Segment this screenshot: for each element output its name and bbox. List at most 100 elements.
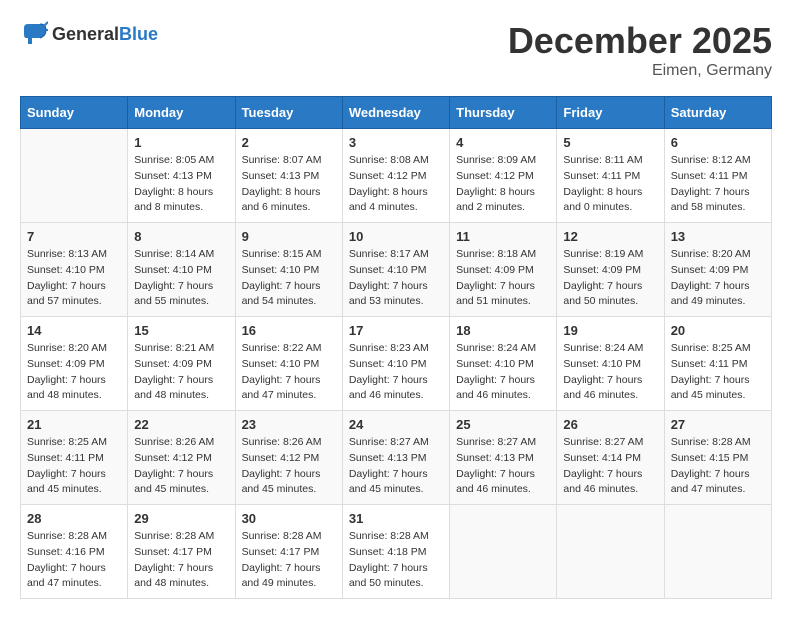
col-friday: Friday <box>557 97 664 129</box>
day-number: 27 <box>671 417 765 432</box>
day-number: 6 <box>671 135 765 150</box>
table-row: 14 Sunrise: 8:20 AM Sunset: 4:09 PM Dayl… <box>21 317 128 411</box>
day-number: 29 <box>134 511 228 526</box>
daylight-text: Daylight: 7 hours and 45 minutes. <box>349 468 428 496</box>
table-row: 12 Sunrise: 8:19 AM Sunset: 4:09 PM Dayl… <box>557 223 664 317</box>
sunrise-text: Sunrise: 8:26 AM <box>134 436 214 448</box>
table-row: 2 Sunrise: 8:07 AM Sunset: 4:13 PM Dayli… <box>235 129 342 223</box>
logo-icon <box>20 20 48 48</box>
day-info: Sunrise: 8:20 AM Sunset: 4:09 PM Dayligh… <box>27 341 121 404</box>
table-row <box>664 505 771 599</box>
sunrise-text: Sunrise: 8:28 AM <box>27 530 107 542</box>
daylight-text: Daylight: 7 hours and 45 minutes. <box>27 468 106 496</box>
sunset-text: Sunset: 4:09 PM <box>456 264 534 276</box>
sunset-text: Sunset: 4:10 PM <box>242 358 320 370</box>
table-row: 6 Sunrise: 8:12 AM Sunset: 4:11 PM Dayli… <box>664 129 771 223</box>
table-row: 30 Sunrise: 8:28 AM Sunset: 4:17 PM Dayl… <box>235 505 342 599</box>
daylight-text: Daylight: 7 hours and 46 minutes. <box>563 468 642 496</box>
daylight-text: Daylight: 7 hours and 53 minutes. <box>349 280 428 308</box>
daylight-text: Daylight: 7 hours and 45 minutes. <box>134 468 213 496</box>
daylight-text: Daylight: 7 hours and 57 minutes. <box>27 280 106 308</box>
table-row: 5 Sunrise: 8:11 AM Sunset: 4:11 PM Dayli… <box>557 129 664 223</box>
day-number: 28 <box>27 511 121 526</box>
sunrise-text: Sunrise: 8:28 AM <box>349 530 429 542</box>
daylight-text: Daylight: 7 hours and 48 minutes. <box>134 374 213 402</box>
table-row: 28 Sunrise: 8:28 AM Sunset: 4:16 PM Dayl… <box>21 505 128 599</box>
day-number: 14 <box>27 323 121 338</box>
sunrise-text: Sunrise: 8:23 AM <box>349 342 429 354</box>
table-row: 3 Sunrise: 8:08 AM Sunset: 4:12 PM Dayli… <box>342 129 449 223</box>
day-info: Sunrise: 8:24 AM Sunset: 4:10 PM Dayligh… <box>456 341 550 404</box>
sunset-text: Sunset: 4:18 PM <box>349 546 427 558</box>
day-number: 8 <box>134 229 228 244</box>
sunset-text: Sunset: 4:12 PM <box>349 170 427 182</box>
day-number: 7 <box>27 229 121 244</box>
sunset-text: Sunset: 4:13 PM <box>456 452 534 464</box>
col-wednesday: Wednesday <box>342 97 449 129</box>
sunset-text: Sunset: 4:10 PM <box>242 264 320 276</box>
col-tuesday: Tuesday <box>235 97 342 129</box>
day-info: Sunrise: 8:18 AM Sunset: 4:09 PM Dayligh… <box>456 247 550 310</box>
day-info: Sunrise: 8:23 AM Sunset: 4:10 PM Dayligh… <box>349 341 443 404</box>
day-info: Sunrise: 8:13 AM Sunset: 4:10 PM Dayligh… <box>27 247 121 310</box>
table-row: 31 Sunrise: 8:28 AM Sunset: 4:18 PM Dayl… <box>342 505 449 599</box>
location-title: Eimen, Germany <box>508 62 772 80</box>
page-header: GeneralBlue December 2025 Eimen, Germany <box>20 20 772 80</box>
calendar-table: Sunday Monday Tuesday Wednesday Thursday… <box>20 96 772 599</box>
table-row: 19 Sunrise: 8:24 AM Sunset: 4:10 PM Dayl… <box>557 317 664 411</box>
sunset-text: Sunset: 4:13 PM <box>242 170 320 182</box>
sunrise-text: Sunrise: 8:09 AM <box>456 154 536 166</box>
sunset-text: Sunset: 4:11 PM <box>27 452 104 464</box>
day-number: 16 <box>242 323 336 338</box>
daylight-text: Daylight: 7 hours and 45 minutes. <box>671 374 750 402</box>
table-row: 22 Sunrise: 8:26 AM Sunset: 4:12 PM Dayl… <box>128 411 235 505</box>
sunrise-text: Sunrise: 8:24 AM <box>563 342 643 354</box>
sunset-text: Sunset: 4:09 PM <box>563 264 641 276</box>
daylight-text: Daylight: 8 hours and 0 minutes. <box>563 186 642 214</box>
sunrise-text: Sunrise: 8:25 AM <box>671 342 751 354</box>
daylight-text: Daylight: 8 hours and 6 minutes. <box>242 186 321 214</box>
table-row: 13 Sunrise: 8:20 AM Sunset: 4:09 PM Dayl… <box>664 223 771 317</box>
sunset-text: Sunset: 4:10 PM <box>349 264 427 276</box>
calendar-week-1: 1 Sunrise: 8:05 AM Sunset: 4:13 PM Dayli… <box>21 129 772 223</box>
sunrise-text: Sunrise: 8:18 AM <box>456 248 536 260</box>
month-title: December 2025 <box>508 20 772 62</box>
sunrise-text: Sunrise: 8:19 AM <box>563 248 643 260</box>
day-info: Sunrise: 8:26 AM Sunset: 4:12 PM Dayligh… <box>134 435 228 498</box>
sunrise-text: Sunrise: 8:13 AM <box>27 248 107 260</box>
table-row: 4 Sunrise: 8:09 AM Sunset: 4:12 PM Dayli… <box>450 129 557 223</box>
sunset-text: Sunset: 4:11 PM <box>671 358 748 370</box>
day-number: 31 <box>349 511 443 526</box>
day-number: 15 <box>134 323 228 338</box>
daylight-text: Daylight: 7 hours and 49 minutes. <box>242 562 321 590</box>
sunrise-text: Sunrise: 8:28 AM <box>242 530 322 542</box>
day-info: Sunrise: 8:28 AM Sunset: 4:17 PM Dayligh… <box>134 529 228 592</box>
day-number: 5 <box>563 135 657 150</box>
sunrise-text: Sunrise: 8:27 AM <box>349 436 429 448</box>
daylight-text: Daylight: 8 hours and 8 minutes. <box>134 186 213 214</box>
sunrise-text: Sunrise: 8:14 AM <box>134 248 214 260</box>
daylight-text: Daylight: 7 hours and 48 minutes. <box>134 562 213 590</box>
sunset-text: Sunset: 4:13 PM <box>134 170 212 182</box>
day-number: 11 <box>456 229 550 244</box>
day-info: Sunrise: 8:08 AM Sunset: 4:12 PM Dayligh… <box>349 153 443 216</box>
table-row: 17 Sunrise: 8:23 AM Sunset: 4:10 PM Dayl… <box>342 317 449 411</box>
sunrise-text: Sunrise: 8:28 AM <box>671 436 751 448</box>
day-info: Sunrise: 8:27 AM Sunset: 4:13 PM Dayligh… <box>456 435 550 498</box>
sunrise-text: Sunrise: 8:05 AM <box>134 154 214 166</box>
day-info: Sunrise: 8:11 AM Sunset: 4:11 PM Dayligh… <box>563 153 657 216</box>
day-number: 9 <box>242 229 336 244</box>
table-row <box>450 505 557 599</box>
day-number: 21 <box>27 417 121 432</box>
table-row: 7 Sunrise: 8:13 AM Sunset: 4:10 PM Dayli… <box>21 223 128 317</box>
calendar-week-3: 14 Sunrise: 8:20 AM Sunset: 4:09 PM Dayl… <box>21 317 772 411</box>
day-number: 20 <box>671 323 765 338</box>
day-info: Sunrise: 8:09 AM Sunset: 4:12 PM Dayligh… <box>456 153 550 216</box>
day-info: Sunrise: 8:17 AM Sunset: 4:10 PM Dayligh… <box>349 247 443 310</box>
sunset-text: Sunset: 4:12 PM <box>242 452 320 464</box>
sunset-text: Sunset: 4:11 PM <box>563 170 640 182</box>
sunset-text: Sunset: 4:17 PM <box>134 546 212 558</box>
logo-blue: Blue <box>119 24 158 44</box>
sunrise-text: Sunrise: 8:27 AM <box>456 436 536 448</box>
sunset-text: Sunset: 4:10 PM <box>349 358 427 370</box>
